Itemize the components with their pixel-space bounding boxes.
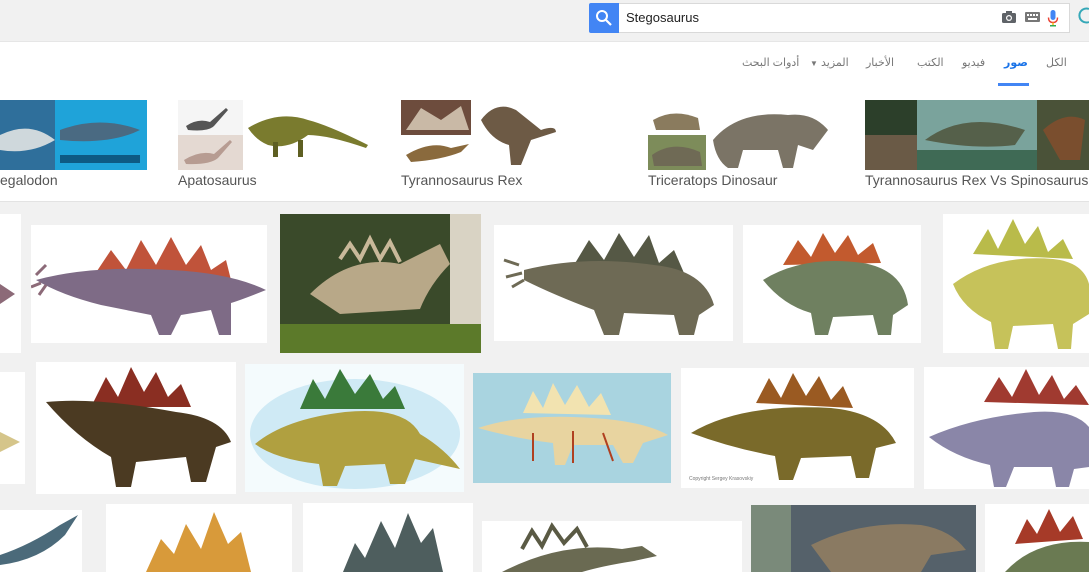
image-result[interactable] [0,510,82,572]
related-label[interactable]: Apatosaurus [178,172,257,188]
image-result[interactable] [280,214,481,353]
related-thumb-apatosaurus[interactable] [178,100,371,170]
related-label[interactable]: Triceratops Dinosaur [648,172,777,188]
image-copyright-text: Copyright Sergey Krasovskiy [689,476,754,482]
related-label[interactable]: Tyrannosaurus Rex Vs Spinosaurus [865,172,1088,188]
tab-news[interactable]: الأخبار [866,56,894,69]
search-input[interactable]: Stegosaurus [619,3,1070,33]
tab-images[interactable]: صور [1004,56,1028,69]
top-bar: Stegosaurus [0,0,1089,42]
image-result[interactable] [943,214,1089,353]
tab-books[interactable]: الكتب [917,56,944,69]
image-result[interactable] [245,364,464,492]
image-result[interactable] [473,373,671,483]
image-result[interactable] [31,225,267,343]
image-result[interactable] [743,225,921,343]
image-result[interactable] [36,362,236,494]
image-result[interactable] [494,225,733,341]
image-result[interactable] [924,367,1089,489]
search-tabs: الكل صور فيديو الكتب الأخبار ▼ المزيد أد… [0,42,1089,87]
related-thumb-trex[interactable] [401,100,616,170]
image-result[interactable]: Copyright Sergey Krasovskiy [681,368,914,488]
image-result[interactable] [751,505,976,572]
search-button[interactable] [589,3,619,33]
image-result[interactable] [985,504,1089,572]
image-result[interactable] [303,503,473,572]
related-searches: egalodon Apatosaurus Tyrannosaurus Rex T… [0,86,1089,202]
search-icon [596,10,612,26]
image-result[interactable] [482,521,742,572]
tab-all[interactable]: الكل [1046,56,1067,69]
search-query[interactable]: Stegosaurus [626,10,699,25]
image-result[interactable] [0,214,21,353]
microphone-icon[interactable] [1047,10,1059,27]
related-label[interactable]: Tyrannosaurus Rex [401,172,522,188]
image-result[interactable] [106,504,292,572]
tab-search-tools[interactable]: أدوات البحث [742,56,799,69]
keyboard-icon[interactable] [1025,12,1040,22]
refresh-icon[interactable] [1078,7,1089,25]
tab-more[interactable]: ▼ المزيد [810,56,849,69]
more-dropdown-arrow: ▼ [810,59,818,68]
related-thumb-triceratops[interactable] [648,100,833,170]
tab-more-label: المزيد [820,57,849,69]
related-thumb-trex-vs-spinosaurus[interactable] [865,100,1089,170]
camera-icon[interactable] [1001,10,1017,24]
image-result[interactable] [0,372,25,484]
related-label[interactable]: egalodon [0,172,58,188]
tab-videos[interactable]: فيديو [962,56,985,69]
related-thumb-megalodon[interactable] [0,100,147,170]
